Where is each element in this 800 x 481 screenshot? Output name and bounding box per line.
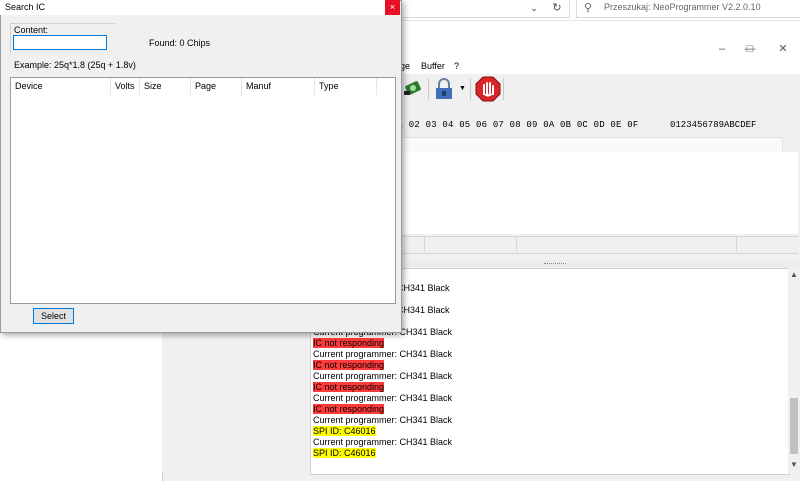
col-page[interactable]: Page — [191, 78, 242, 95]
stop-icon[interactable] — [475, 76, 501, 102]
log-line: IC not responding — [313, 360, 385, 371]
log-line: Current programmer: CH341 Black — [313, 415, 452, 426]
results-header: Device Volts Size Page Manuf Type — [11, 78, 393, 95]
status-cell — [516, 237, 737, 252]
address-bar[interactable] — [400, 0, 570, 18]
hex-column-header: 01 02 03 04 05 06 07 08 09 0A 0B 0C 0D 0… — [392, 120, 639, 130]
chip-results-list[interactable] — [10, 77, 396, 304]
dialog-titlebar[interactable] — [0, 0, 400, 15]
toolbar-separator — [428, 78, 429, 100]
log-line: SPI ID: C46016 — [313, 448, 376, 459]
win-maximize-button[interactable]: □ — [735, 38, 765, 60]
log-text: SPI ID: C46016 — [313, 448, 376, 458]
dialog-close-button[interactable]: × — [385, 0, 400, 15]
scroll-down-icon[interactable]: ▼ — [788, 460, 800, 470]
chevron-down-icon[interactable]: ⌄ — [526, 0, 542, 16]
dialog-title: Search IC — [5, 2, 46, 12]
log-line: Current programmer: CH341 Black — [313, 371, 452, 382]
search-icon: ⚲ — [584, 2, 593, 14]
col-size[interactable]: Size — [140, 78, 191, 95]
log-line: CH341 Black — [397, 305, 450, 316]
log-line: Current programmer: CH341 Black — [313, 437, 452, 448]
win-minimize-button[interactable]: – — [707, 38, 737, 60]
log-line: Current programmer: CH341 Black — [313, 349, 452, 360]
log-line: SPI ID: C46016 — [313, 426, 376, 437]
log-text: IC not responding — [313, 360, 385, 370]
log-text: IC not responding — [313, 338, 385, 348]
log-line: Current programmer: CH341 Black — [313, 393, 452, 404]
hex-ascii-header: 0123456789ABCDEF — [670, 120, 757, 130]
select-button[interactable]: Select — [33, 308, 74, 324]
log-line: IC not responding — [313, 382, 385, 393]
log-text: SPI ID: C46016 — [313, 426, 376, 436]
explorer-search-placeholder: Przeszukaj: NeoProgrammer V2.2.0.10 — [604, 2, 761, 12]
toolbar-separator — [503, 78, 504, 100]
content-label: Content: — [14, 25, 49, 35]
hex-data-row[interactable] — [400, 137, 783, 153]
chip-read-icon[interactable] — [403, 78, 425, 98]
col-device[interactable]: Device — [11, 78, 111, 95]
content-search-input[interactable] — [13, 35, 107, 50]
log-text: Current programmer: CH341 Black — [313, 349, 453, 359]
log-text: Current programmer: CH341 Black — [313, 437, 453, 447]
hex-data-body[interactable] — [400, 152, 798, 234]
log-line: IC not responding — [313, 404, 385, 415]
log-line: CH341 Black — [397, 283, 450, 294]
log-text: Current programmer: CH341 Black — [313, 393, 453, 403]
panel-splitter[interactable] — [400, 261, 798, 267]
log-line: IC not responding — [313, 338, 385, 349]
splitter-grip[interactable] — [544, 263, 566, 266]
scroll-up-icon[interactable]: ▲ — [788, 270, 800, 280]
log-text: CH341 Black — [397, 305, 450, 315]
log-text: Current programmer: CH341 Black — [313, 371, 453, 381]
win-close-button[interactable]: ✕ — [768, 38, 798, 60]
refresh-icon[interactable]: ↻ — [546, 0, 568, 17]
log-text: CH341 Black — [397, 283, 450, 293]
found-count: Found: 0 Chips — [149, 38, 211, 48]
toolbar-separator — [470, 78, 471, 100]
lock-icon[interactable] — [433, 77, 455, 101]
log-text: IC not responding — [313, 382, 385, 392]
example-hint: Example: 25q*1.8 (25q + 1.8v) — [14, 60, 136, 70]
col-type[interactable]: Type — [315, 78, 377, 95]
col-manuf[interactable]: Manuf — [242, 78, 315, 95]
log-text: Current programmer: CH341 Black — [313, 415, 453, 425]
log-text: IC not responding — [313, 404, 385, 414]
status-cell — [424, 237, 517, 252]
chevron-down-icon[interactable]: ▼ — [459, 85, 466, 92]
menu-help[interactable]: ? — [454, 61, 459, 71]
scroll-thumb[interactable] — [790, 398, 798, 454]
status-cell — [400, 237, 425, 252]
menu-buffer[interactable]: Buffer — [421, 61, 445, 71]
col-volts[interactable]: Volts — [111, 78, 140, 95]
